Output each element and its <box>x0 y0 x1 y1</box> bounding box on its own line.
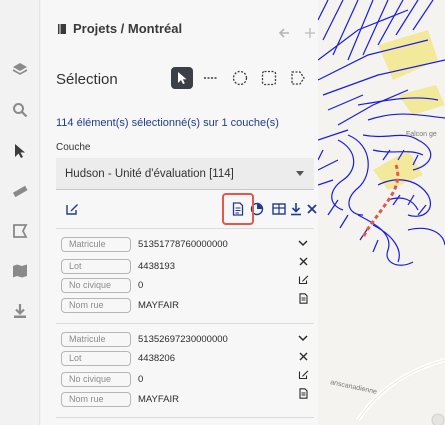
layers-icon[interactable] <box>11 60 29 78</box>
project-breadcrumb: Projets / Montréal <box>57 21 182 36</box>
chevron-down-icon[interactable] <box>297 237 309 249</box>
download-icon[interactable] <box>11 302 29 320</box>
field-value: 4438193 <box>138 260 175 272</box>
document-icon[interactable] <box>297 387 309 399</box>
measure-ruler-icon[interactable] <box>11 182 29 200</box>
close-icon[interactable] <box>297 350 309 362</box>
field-label: Lot <box>61 350 131 366</box>
field-value: 4438206 <box>138 352 175 364</box>
field-label: Matricule <box>61 331 131 347</box>
record-field: Lot 4438193 <box>61 258 175 274</box>
map-history-nav <box>278 26 316 42</box>
field-value: MAYFAIR <box>138 393 179 405</box>
edit-icon[interactable] <box>64 201 80 217</box>
close-icon[interactable] <box>304 201 320 217</box>
record-card: Matricule 51352697230000000 Lot 4438206 … <box>56 331 318 421</box>
layer-label: Couche <box>56 142 91 153</box>
record-field: Matricule 51352697230000000 <box>61 331 228 347</box>
selection-actions <box>56 198 318 222</box>
record-field: No civique 0 <box>61 371 143 387</box>
edit-icon[interactable] <box>297 368 309 380</box>
draw-polygon-icon[interactable] <box>11 222 29 240</box>
record-field: Lot 4438206 <box>61 350 175 366</box>
layer-select-value: Hudson - Unité d'évaluation [114] <box>65 167 234 180</box>
plus-icon[interactable] <box>304 26 316 42</box>
record-field: Nom rue MAYFAIR <box>61 391 179 407</box>
field-label: Lot <box>61 258 131 274</box>
rectangle-tool-button[interactable] <box>258 67 280 89</box>
pointer-tool-button[interactable] <box>171 67 193 89</box>
field-value: MAYFAIR <box>138 299 179 311</box>
field-label: Nom rue <box>61 391 131 407</box>
polygon-tool-button[interactable] <box>287 67 309 89</box>
line-tool-button[interactable] <box>200 67 222 89</box>
field-label: Nom rue <box>61 297 131 313</box>
selection-panel: Projets / Montréal Sélection 114 élément… <box>41 0 318 425</box>
edit-icon[interactable] <box>297 273 309 285</box>
divider <box>56 228 314 229</box>
field-label: Matricule <box>61 236 131 252</box>
selection-count: 114 élément(s) sélectionné(s) sur 1 couc… <box>56 117 279 129</box>
book-icon <box>58 23 66 34</box>
chevron-down-icon[interactable] <box>297 332 309 344</box>
selection-heading: Sélection <box>56 71 118 88</box>
highlight-box <box>222 193 254 225</box>
download-icon[interactable] <box>288 201 304 217</box>
divider <box>56 417 314 418</box>
field-value: 51352697230000000 <box>138 333 228 345</box>
chevron-down-icon <box>296 171 304 176</box>
table-icon[interactable] <box>271 201 287 217</box>
record-card: Matricule 51351778760000000 Lot 4438193 … <box>56 236 318 326</box>
arrow-left-icon[interactable] <box>278 26 290 42</box>
select-pointer-icon[interactable] <box>11 142 29 160</box>
map-label-place: Falcon ge <box>406 131 437 138</box>
record-field: Nom rue MAYFAIR <box>61 297 179 313</box>
field-value: 0 <box>138 279 144 291</box>
close-icon[interactable] <box>297 255 309 267</box>
tool-rail <box>0 0 40 425</box>
circle-tool-button[interactable] <box>229 67 251 89</box>
map-canvas[interactable]: Falcon ge anscanadienne <box>318 0 445 425</box>
selection-tools <box>171 67 309 89</box>
page-title: Projets / Montréal <box>73 21 183 36</box>
divider <box>56 323 314 324</box>
map-icon[interactable] <box>11 262 29 280</box>
field-value: 0 <box>138 373 144 385</box>
document-icon[interactable] <box>297 292 309 304</box>
layer-select[interactable]: Hudson - Unité d'évaluation [114] <box>56 158 314 190</box>
field-label: No civique <box>61 371 131 387</box>
field-value: 51351778760000000 <box>138 238 228 250</box>
field-label: No civique <box>61 277 131 293</box>
record-field: Matricule 51351778760000000 <box>61 236 228 252</box>
search-icon[interactable] <box>11 101 29 119</box>
map-view[interactable]: Falcon ge anscanadienne <box>318 0 445 425</box>
record-field: No civique 0 <box>61 277 143 293</box>
